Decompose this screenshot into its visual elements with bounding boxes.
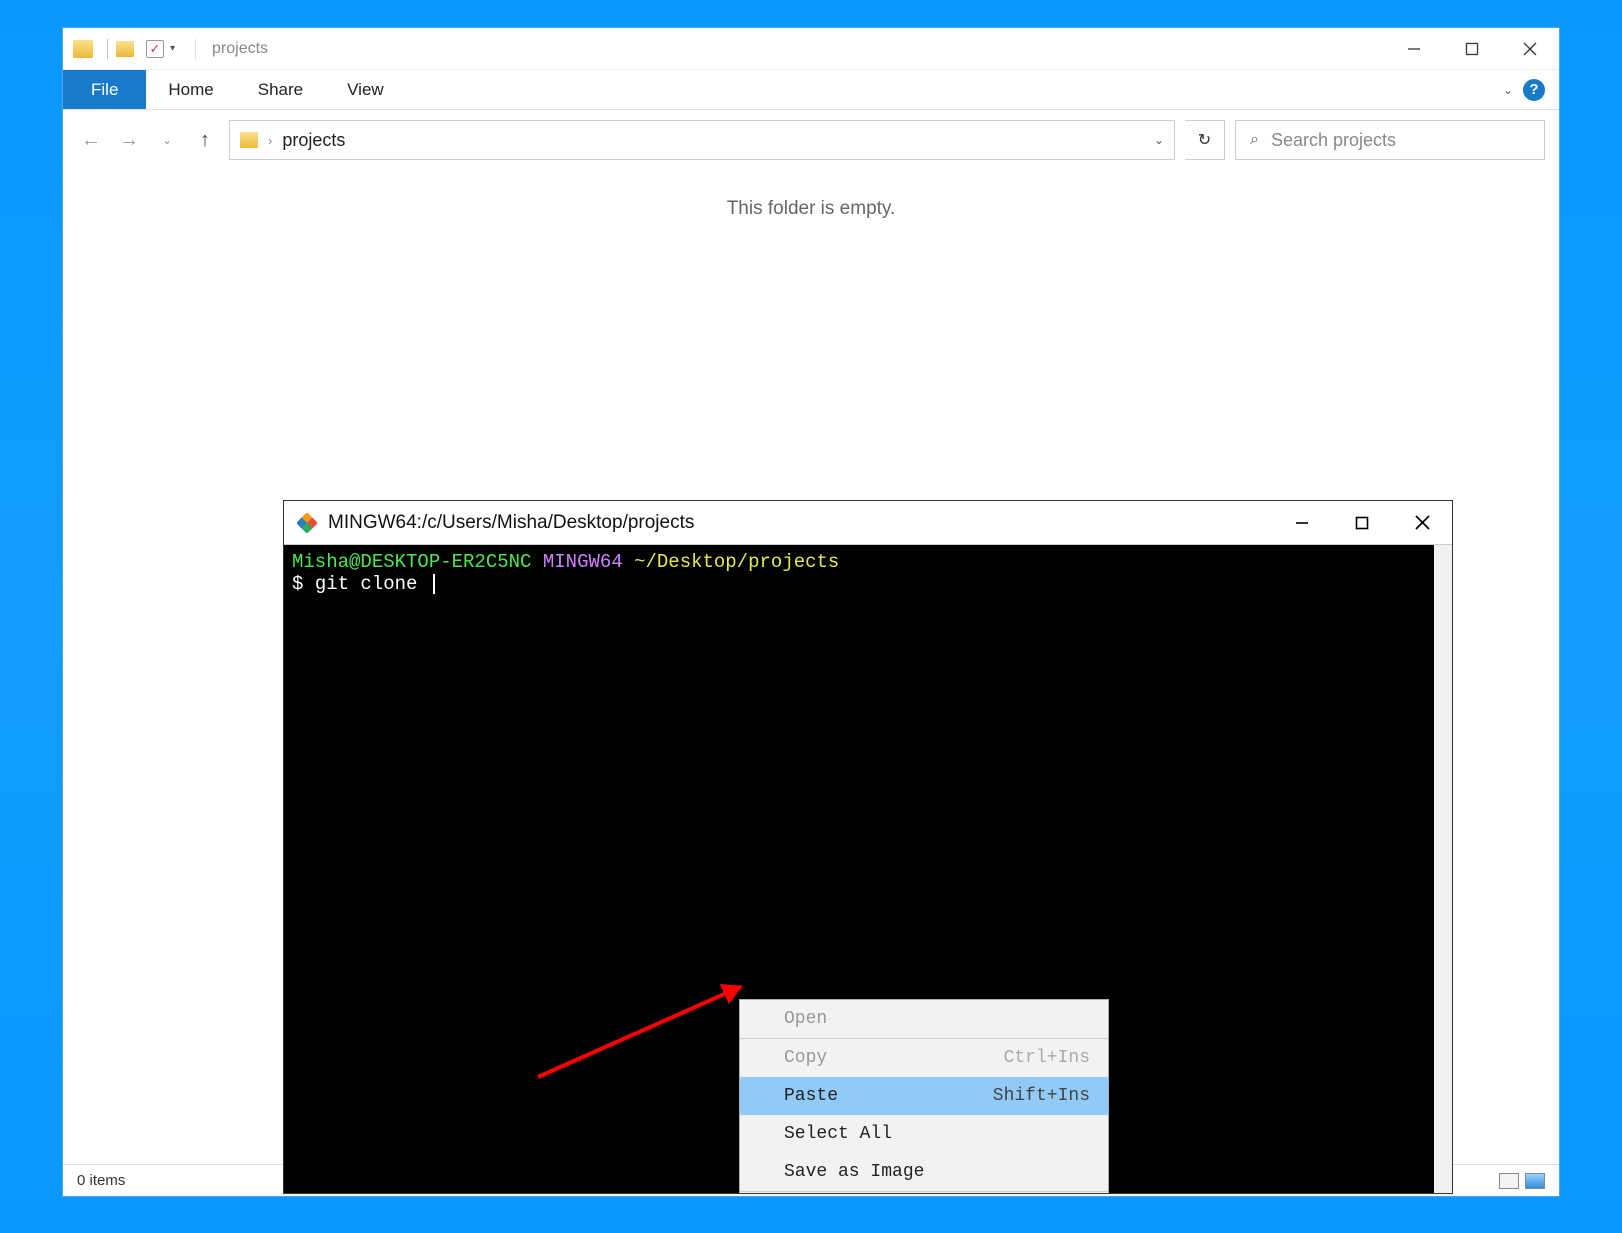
- file-explorer-window: ✓ ▾ projects File Home Share View ⌄ ? ← …: [62, 27, 1560, 1197]
- navigation-row: ← → ⌄ ↑ › projects ⌄ ↻ ⌕ Search projects: [63, 110, 1559, 170]
- explorer-content[interactable]: This folder is empty. MINGW64:/c/Users/M…: [63, 170, 1559, 1164]
- context-menu-item-select-all[interactable]: Select All: [740, 1115, 1108, 1153]
- git-bash-window: MINGW64:/c/Users/Misha/Desktop/projects …: [283, 500, 1453, 1194]
- context-menu-item-search[interactable]: SearchAlt+F3: [740, 1192, 1108, 1193]
- context-menu: Open Copy Ctrl+Ins Paste Shift+Ins Select All…: [739, 999, 1109, 1193]
- terminal-close-button[interactable]: [1392, 501, 1452, 544]
- context-menu-item-paste[interactable]: Paste Shift+Ins: [740, 1077, 1108, 1115]
- prompt-env: MINGW64: [543, 551, 623, 573]
- context-menu-label: Save as Image: [784, 1162, 924, 1182]
- ribbon-share-tab[interactable]: Share: [236, 70, 325, 109]
- context-menu-shortcut: Shift+Ins: [993, 1086, 1090, 1106]
- ribbon-home-tab[interactable]: Home: [146, 70, 235, 109]
- separator: [107, 39, 108, 59]
- address-folder-icon: [240, 132, 258, 148]
- terminal-title: MINGW64:/c/Users/Misha/Desktop/projects: [328, 512, 694, 534]
- prompt-user: Misha@DESKTOP-ER2C5NC: [292, 551, 531, 573]
- context-menu-label: Paste: [784, 1086, 838, 1106]
- maximize-button[interactable]: [1443, 28, 1501, 69]
- prompt-path: ~/Desktop/projects: [634, 551, 839, 573]
- help-icon[interactable]: ?: [1523, 79, 1545, 101]
- qat-dropdown-icon[interactable]: ▾: [170, 43, 175, 54]
- context-menu-item-save-as-image[interactable]: Save as Image: [740, 1153, 1108, 1191]
- ribbon-tabs: File Home Share View ⌄ ?: [63, 70, 1559, 110]
- context-menu-item-copy: Copy Ctrl+Ins: [740, 1039, 1108, 1077]
- terminal-line-prompt: Misha@DESKTOP-ER2C5NC MINGW64 ~/Desktop/…: [292, 551, 1426, 573]
- git-bash-icon: [296, 512, 318, 534]
- details-view-icon[interactable]: [1499, 1173, 1519, 1189]
- ribbon-collapse-icon[interactable]: ⌄: [1503, 83, 1513, 97]
- ribbon-view-tab[interactable]: View: [325, 70, 406, 109]
- context-menu-label: Select All: [784, 1124, 892, 1144]
- nav-recent-dropdown[interactable]: ⌄: [153, 133, 181, 147]
- window-title: projects: [212, 40, 268, 58]
- address-path[interactable]: projects: [282, 130, 345, 151]
- search-input[interactable]: ⌕ Search projects: [1235, 120, 1545, 160]
- empty-folder-message: This folder is empty.: [727, 198, 896, 220]
- address-dropdown-icon[interactable]: ⌄: [1154, 133, 1164, 147]
- chevron-right-icon[interactable]: ›: [268, 133, 272, 148]
- terminal-body[interactable]: ▴ ▾ Misha@DESKTOP-ER2C5NC MINGW64 ~/Desk…: [284, 545, 1452, 1193]
- terminal-titlebar[interactable]: MINGW64:/c/Users/Misha/Desktop/projects: [284, 501, 1452, 545]
- search-placeholder: Search projects: [1271, 130, 1396, 151]
- separator: [195, 39, 196, 59]
- address-bar[interactable]: › projects ⌄: [229, 120, 1175, 160]
- cursor: [433, 574, 435, 594]
- refresh-button[interactable]: ↻: [1185, 120, 1225, 160]
- nav-forward-button[interactable]: →: [115, 129, 143, 152]
- scrollbar-down-icon[interactable]: ▾: [1436, 1177, 1450, 1191]
- terminal-line-command: $ git clone: [292, 573, 1426, 595]
- status-item-count: 0 items: [77, 1172, 125, 1189]
- close-button[interactable]: [1501, 28, 1559, 69]
- context-menu-label: Copy: [784, 1048, 827, 1068]
- thumbnails-view-icon[interactable]: [1525, 1173, 1545, 1189]
- annotation-arrow: [537, 985, 741, 1079]
- qat-properties-icon[interactable]: ✓: [146, 40, 164, 58]
- qat-folder-icon[interactable]: [116, 41, 134, 57]
- context-menu-shortcut: Ctrl+Ins: [1004, 1048, 1090, 1068]
- context-menu-label: Open: [784, 1009, 827, 1029]
- prompt-symbol: $: [292, 573, 303, 595]
- scrollbar-up-icon[interactable]: ▴: [1436, 547, 1450, 561]
- minimize-button[interactable]: [1385, 28, 1443, 69]
- nav-back-button[interactable]: ←: [77, 129, 105, 152]
- nav-up-button[interactable]: ↑: [191, 129, 219, 152]
- terminal-maximize-button[interactable]: [1332, 501, 1392, 544]
- explorer-titlebar[interactable]: ✓ ▾ projects: [63, 28, 1559, 70]
- command-text: git clone: [315, 573, 418, 595]
- terminal-minimize-button[interactable]: [1272, 501, 1332, 544]
- context-menu-item-open: Open: [740, 1000, 1108, 1038]
- search-icon: ⌕: [1250, 131, 1259, 149]
- folder-icon: [73, 40, 93, 58]
- ribbon-file-tab[interactable]: File: [63, 70, 146, 109]
